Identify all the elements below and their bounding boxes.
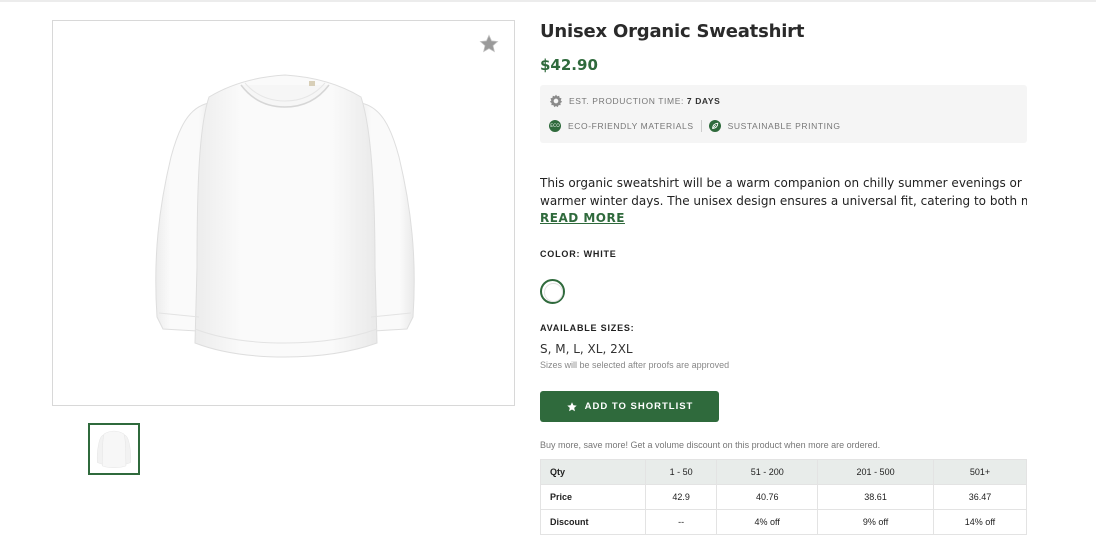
sizes-note: Sizes will be selected after proofs are … <box>540 360 730 370</box>
sustainable-printing-label: SUSTAINABLE PRINTING <box>727 121 841 131</box>
table-cell: Discount <box>540 509 646 535</box>
add-to-shortlist-button[interactable]: ADD TO SHORTLIST <box>540 391 719 422</box>
table-cell: -- <box>644 509 718 535</box>
table-header-cell: 201 - 500 <box>817 459 934 485</box>
eco-row: ECO ECO-FRIENDLY MATERIALS SUSTAINABLE P… <box>549 120 841 132</box>
volume-discount-note: Buy more, save more! Get a volume discou… <box>540 440 881 450</box>
color-label: COLOR: WHITE <box>540 249 617 259</box>
star-icon <box>566 401 577 411</box>
product-title: Unisex Organic Sweatshirt <box>540 21 805 42</box>
table-cell: 14% off <box>932 509 1028 535</box>
table-cell: 4% off <box>716 509 819 535</box>
leaf-icon <box>708 120 721 132</box>
color-swatch-white[interactable] <box>540 279 565 304</box>
table-header-cell: Qty <box>540 459 646 485</box>
add-to-shortlist-label: ADD TO SHORTLIST <box>584 401 694 412</box>
table-cell: 36.47 <box>932 484 1028 510</box>
available-sizes-label: AVAILABLE SIZES: <box>540 323 635 333</box>
sweatshirt-image <box>155 74 415 358</box>
favorite-star-icon[interactable] <box>478 33 500 55</box>
table-cell: 38.61 <box>817 484 934 510</box>
top-divider <box>0 0 1096 2</box>
production-time-value: 7 DAYS <box>686 96 721 106</box>
description-line-2: warmer winter days. The unisex design en… <box>540 194 1027 208</box>
read-more-link[interactable]: READ MORE <box>540 211 625 225</box>
table-row: Price 42.9 40.76 38.61 36.47 <box>540 484 1028 510</box>
production-info-box: EST. PRODUCTION TIME: 7 DAYS ECO ECO-FRI… <box>540 85 1027 143</box>
table-header-cell: 1 - 50 <box>644 459 718 485</box>
table-header-row: Qty 1 - 50 51 - 200 201 - 500 501+ <box>540 459 1028 485</box>
production-time-label: EST. PRODUCTION TIME: 7 DAYS <box>569 96 721 106</box>
product-thumbnail[interactable] <box>88 423 140 475</box>
table-cell: 42.9 <box>644 484 718 510</box>
volume-discount-table: Qty 1 - 50 51 - 200 201 - 500 501+ Price… <box>540 459 1028 535</box>
table-cell: Price <box>540 484 646 510</box>
table-header-cell: 51 - 200 <box>716 459 819 485</box>
production-time-row: EST. PRODUCTION TIME: 7 DAYS <box>549 94 720 108</box>
eco-materials-label: ECO-FRIENDLY MATERIALS <box>568 121 694 131</box>
info-separator <box>700 120 702 132</box>
table-header-cell: 501+ <box>932 459 1028 485</box>
product-description: This organic sweatshirt will be a warm c… <box>540 174 1027 210</box>
description-line-1: This organic sweatshirt will be a warm c… <box>540 176 1022 190</box>
gear-icon <box>549 94 563 108</box>
eco-badge-icon: ECO <box>549 120 561 132</box>
product-price: $42.90 <box>540 56 598 74</box>
table-cell: 9% off <box>817 509 934 535</box>
available-sizes-values: S, M, L, XL, 2XL <box>540 342 633 356</box>
sweatshirt-thumbnail-image <box>96 430 132 468</box>
table-row: Discount -- 4% off 9% off 14% off <box>540 509 1028 535</box>
product-main-image[interactable] <box>52 20 515 406</box>
table-cell: 40.76 <box>716 484 819 510</box>
